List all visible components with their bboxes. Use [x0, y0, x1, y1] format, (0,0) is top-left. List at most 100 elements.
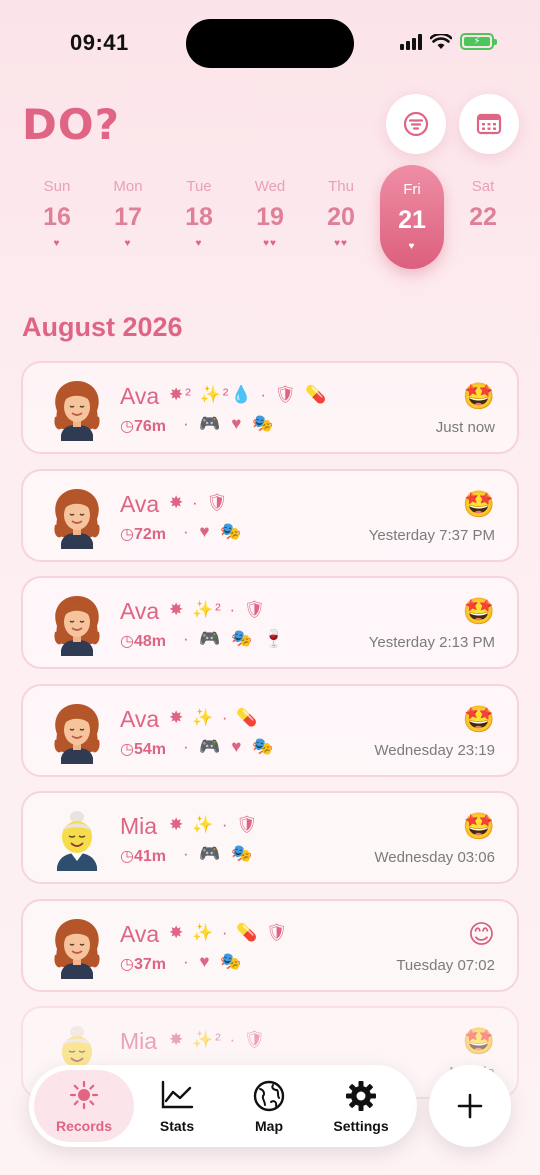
day-number: 20 [327, 203, 355, 231]
calendar-button[interactable] [459, 94, 519, 154]
day-sun[interactable]: Sun 16 ♥ [25, 162, 89, 266]
dynamic-island [186, 19, 354, 68]
record-time: Yesterday 7:37 PM [368, 526, 495, 544]
day-name: Sun [43, 178, 71, 195]
record-name: Ava [120, 490, 160, 517]
tab-bar: Records Stats Map Settings [29, 1065, 417, 1147]
record-time: Yesterday 2:13 PM [368, 634, 495, 651]
day-wed[interactable]: Wed 19 ♥♥ [238, 162, 302, 266]
day-name: Sat [471, 178, 495, 195]
day-name: Tue [186, 178, 212, 195]
week-strip: Sun 16 ♥ Mon 17 ♥ Tue 18 ♥ Wed 19 ♥♥ Thu… [22, 162, 522, 272]
day-number: 18 [185, 203, 213, 231]
day-tue[interactable]: Tue 18 ♥ [167, 162, 231, 266]
app-title: DO? [22, 100, 120, 149]
mood-emoji-icon: 🤩 [462, 811, 495, 841]
records-list: Ava ✸² ✨²💧 · 🛡 💊 ◷76m · 🎮 ♥ 🎭 🤩 Just now… [21, 361, 519, 1114]
chart-icon [161, 1080, 194, 1109]
avatar-ava [47, 915, 107, 979]
record-tags: ✸² ✨²💧 · 🛡 💊 [169, 385, 329, 404]
record-duration: ◷54m [120, 740, 166, 758]
record-card[interactable]: Ava ✸ ✨ · 💊 🛡 ◷37m · ♥ 🎭 😊 Tuesday 07:02 [21, 898, 519, 992]
tab-settings[interactable]: Settings [311, 1070, 411, 1142]
record-activities: · 🎮 ♥ 🎭 [183, 736, 277, 756]
record-card[interactable]: Ava ✸² ✨²💧 · 🛡 💊 ◷76m · 🎮 ♥ 🎭 🤩 Just now [21, 361, 519, 454]
day-hearts [451, 238, 515, 250]
record-tags: ✸ ✨² · 🛡 [169, 600, 268, 619]
status-time: 09:41 [70, 30, 129, 55]
record-time: Tuesday 07:02 [396, 956, 495, 974]
mood-emoji-icon: 🤩 [462, 488, 495, 519]
record-name: Ava [120, 598, 160, 624]
day-number: 22 [469, 203, 497, 231]
tab-label: Settings [333, 1118, 389, 1134]
avatar-ava [47, 485, 107, 549]
record-duration: ◷41m [120, 848, 166, 865]
record-name: Ava [120, 383, 160, 409]
day-name: Thu [328, 178, 354, 195]
calendar-icon [476, 113, 502, 135]
day-number: 17 [114, 203, 142, 231]
plus-icon [457, 1093, 483, 1119]
avatar-ava [47, 592, 107, 656]
record-duration: ◷72m [120, 525, 166, 543]
filter-button[interactable] [386, 94, 446, 154]
filter-icon [403, 111, 429, 137]
day-hearts: ♥ [53, 238, 61, 249]
mood-emoji-icon: 🤩 [462, 1026, 495, 1056]
record-name: Mia [120, 813, 158, 839]
record-activities: · 🎮 ♥ 🎭 [183, 414, 277, 433]
record-time: Wednesday 23:19 [374, 741, 495, 759]
record-duration: ◷48m [120, 633, 166, 650]
day-number: 19 [256, 203, 284, 231]
record-activities: · ♥ 🎭 [183, 521, 245, 541]
status-bar: 09:41 ⚡ [0, 0, 540, 90]
record-tags: ✸ ✨ · 💊 🛡 [169, 922, 290, 942]
tab-records[interactable]: Records [34, 1070, 134, 1142]
day-name: Wed [254, 178, 286, 195]
record-time: Just now [435, 419, 495, 436]
day-hearts: ♥♥ [263, 238, 277, 249]
avatar-ava [47, 700, 107, 764]
record-card[interactable]: Mia ✸ ✨ · 🛡 ◷41m · 🎮 🎭 🤩 Wednesday 03:06 [21, 791, 519, 884]
globe-icon [253, 1080, 285, 1112]
day-sat[interactable]: Sat 22 [451, 162, 515, 266]
sun-icon [69, 1080, 99, 1110]
tab-label: Stats [159, 1118, 195, 1134]
record-activities: · ♥ 🎭 [183, 951, 245, 971]
tab-stats[interactable]: Stats [127, 1070, 227, 1142]
add-record-button[interactable] [429, 1065, 511, 1147]
day-number: 21 [398, 206, 426, 234]
day-thu[interactable]: Thu 20 ♥♥ [309, 162, 373, 266]
record-card[interactable]: Ava ✸ ✨² · 🛡 ◷48m · 🎮 🎭 🍷 🤩 Yesterday 2:… [21, 576, 519, 669]
record-tags: ✸ ✨² · 🛡 [169, 1030, 268, 1049]
day-mon[interactable]: Mon 17 ♥ [96, 162, 160, 266]
status-icons: ⚡ [400, 33, 497, 50]
record-duration: ◷37m [120, 955, 166, 973]
day-number: 16 [43, 203, 71, 231]
record-tags: ✸ ✨ · 💊 [169, 707, 260, 727]
month-title: August 2026 [22, 312, 183, 342]
record-name: Ava [120, 920, 160, 947]
record-tags: ✸ ✨ · 🛡 [169, 815, 260, 834]
record-name: Mia [120, 1028, 158, 1054]
wifi-icon [430, 33, 452, 49]
tab-label: Records [55, 1118, 113, 1134]
signal-icon [400, 33, 422, 50]
tab-map[interactable]: Map [219, 1070, 319, 1142]
mood-emoji-icon: 😊 [467, 918, 495, 949]
mood-emoji-icon: 🤩 [462, 596, 495, 626]
day-fri-selected[interactable]: Fri 21 ♥ [380, 165, 444, 269]
record-card[interactable]: Ava ✸ · 🛡 ◷72m · ♥ 🎭 🤩 Yesterday 7:37 PM [21, 468, 519, 562]
record-activities: · 🎮 🎭 🍷 [183, 629, 288, 648]
day-name: Fri [403, 181, 421, 198]
tab-label: Map [255, 1118, 283, 1134]
mood-emoji-icon: 🤩 [462, 381, 495, 411]
record-duration: ◷76m [120, 418, 166, 435]
gear-icon [346, 1081, 376, 1111]
day-name: Mon [113, 178, 143, 195]
record-card[interactable]: Ava ✸ ✨ · 💊 ◷54m · 🎮 ♥ 🎭 🤩 Wednesday 23:… [21, 683, 519, 777]
day-hearts: ♥ [408, 241, 416, 252]
record-tags: ✸ · 🛡 [169, 492, 230, 512]
battery-icon: ⚡ [460, 33, 497, 50]
